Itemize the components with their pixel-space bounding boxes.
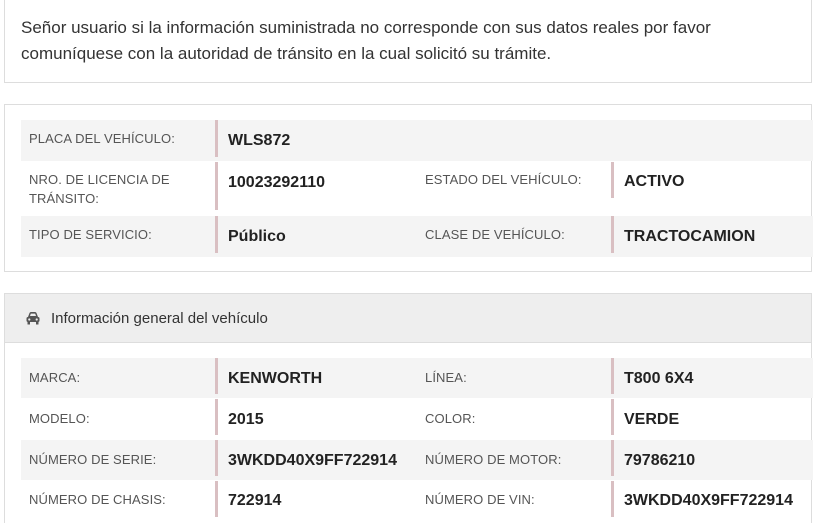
estado-label: ESTADO DEL VEHÍCULO: [425,172,582,187]
car-icon [25,311,41,325]
serie-value: 3WKDD40X9FF722914 [215,440,397,476]
licencia-label: NRO. DE LICENCIA DE TRÁNSITO: [29,172,170,206]
panel-title: Información general del vehículo [51,309,268,327]
chasis-value: 722914 [215,481,281,517]
table-row: PLACA DEL VEHÍCULO: WLS872 [21,120,813,161]
linea-value: T800 6X4 [611,358,693,394]
clase-value: TRACTOCAMION [611,216,755,253]
clase-label: CLASE DE VEHÍCULO: [425,227,565,242]
estado-value: ACTIVO [611,162,684,198]
placa-value: WLS872 [215,120,290,157]
vin-value: 3WKDD40X9FF722914 [611,481,793,517]
motor-label: NÚMERO DE MOTOR: [425,452,562,467]
marca-value: KENWORTH [215,358,322,394]
marca-label: MARCA: [29,370,81,385]
placa-label: PLACA DEL VEHÍCULO: [29,131,175,146]
table-row: NRO. DE LICENCIA DE TRÁNSITO: 1002329211… [21,162,813,215]
chasis-label: NÚMERO DE CHASIS: [29,492,166,507]
table-row: MARCA: KENWORTH LÍNEA: T800 6X4 [21,358,813,398]
notice-text: Señor usuario si la información suminist… [21,18,711,63]
servicio-value: Público [215,216,286,253]
vin-label: NÚMERO DE VIN: [425,492,535,507]
licencia-value: 10023292110 [215,162,325,210]
table-row: NÚMERO DE SERIE: 3WKDD40X9FF722914 NÚMER… [21,440,813,480]
modelo-label: MODELO: [29,411,90,426]
table-row: MODELO: 2015 COLOR: VERDE [21,399,813,439]
vehicle-registration-panel: PLACA DEL VEHÍCULO: WLS872 NRO. DE LICEN… [4,104,813,272]
info-notice: Señor usuario si la información suminist… [4,0,812,83]
panel-header: Información general del vehículo [5,294,811,343]
linea-label: LÍNEA: [425,370,467,385]
table-row: NÚMERO DE CHASIS: 722914 NÚMERO DE VIN: … [21,481,813,521]
motor-value: 79786210 [611,440,695,476]
color-label: COLOR: [425,411,476,426]
serie-label: NÚMERO DE SERIE: [29,452,157,467]
vehicle-general-info-panel: Información general del vehículo MARCA: … [4,293,813,523]
color-value: VERDE [611,399,679,435]
table-row: TIPO DE SERVICIO: Público CLASE DE VEHÍC… [21,216,813,257]
servicio-label: TIPO DE SERVICIO: [29,227,152,242]
modelo-value: 2015 [215,399,264,435]
